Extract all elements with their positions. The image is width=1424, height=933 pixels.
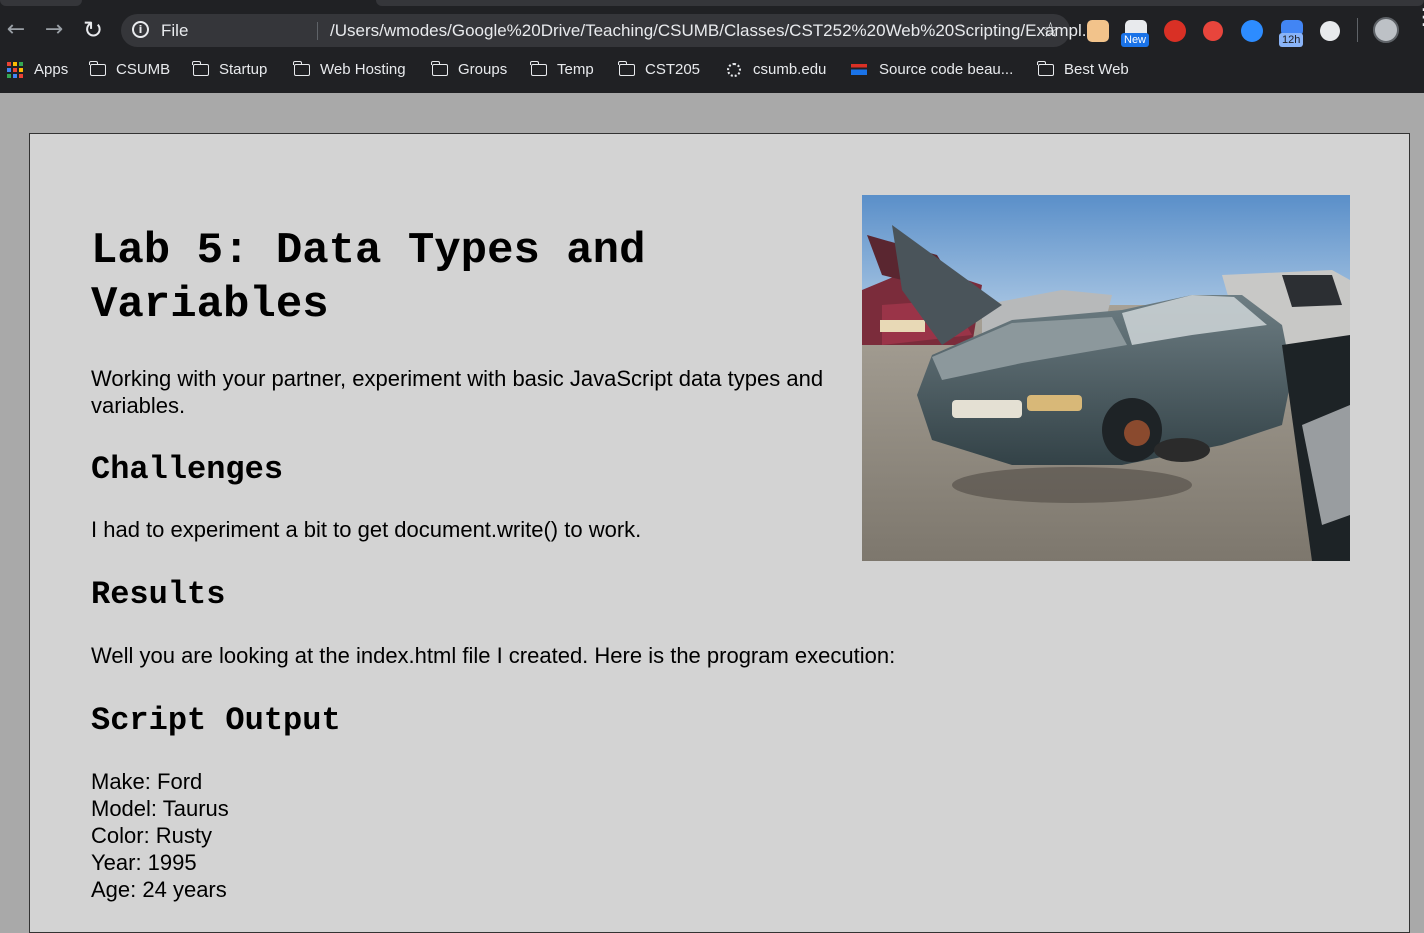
url-text[interactable]: /Users/wmodes/Google%20Drive/Teaching/CS… — [330, 21, 1096, 41]
challenges-paragraph: I had to experiment a bit to get documen… — [91, 516, 641, 543]
intro-paragraph: Working with your partner, experiment wi… — [91, 365, 831, 419]
bookmark-csumb-edu[interactable]: csumb.edu — [727, 61, 826, 78]
flag-stripes-icon — [851, 64, 867, 75]
info-icon[interactable]: i — [132, 21, 149, 38]
menu-icon[interactable]: ⋮ — [1413, 14, 1424, 22]
toolbar-divider — [1357, 18, 1358, 42]
csumb-logo-icon — [727, 63, 741, 77]
browser-toolbar: ← → ↻ i File /Users/wmodes/Google%20Driv… — [0, 0, 1424, 93]
folder-icon — [1038, 64, 1054, 76]
output-line: Make: Ford — [91, 768, 229, 795]
output-line: Age: 24 years — [91, 876, 229, 903]
page-content: Lab 5: Data Types and Variables Working … — [91, 224, 1091, 332]
challenges-heading: Challenges — [91, 451, 283, 489]
output-line: Year: 1995 — [91, 849, 229, 876]
bookmark-label: Groups — [458, 61, 507, 78]
results-paragraph: Well you are looking at the index.html f… — [91, 642, 895, 669]
calendar-badge: 12h — [1279, 33, 1303, 47]
profile-avatar[interactable] — [1373, 17, 1399, 43]
bookmark-label: Startup — [219, 61, 267, 78]
new-badge: New — [1121, 33, 1149, 47]
bookmark-groups[interactable]: Groups — [432, 61, 507, 78]
grey-circle-icon[interactable] — [1320, 21, 1340, 41]
bookmark-label: csumb.edu — [753, 61, 826, 78]
red-circle-icon[interactable] — [1203, 21, 1223, 41]
bookmark-source-code[interactable]: Source code beau... — [851, 61, 1013, 78]
bookmark-label: Temp — [557, 61, 594, 78]
bookmark-temp[interactable]: Temp — [531, 61, 594, 78]
forward-button[interactable]: → — [40, 16, 68, 44]
results-heading: Results — [91, 576, 225, 614]
tab-previous[interactable] — [0, 0, 82, 6]
script-output-heading: Script Output — [91, 702, 341, 740]
bookmark-label: CST205 — [645, 61, 700, 78]
folder-icon — [193, 64, 209, 76]
tab-next[interactable] — [376, 0, 1424, 6]
bookmark-apps[interactable]: Apps — [7, 61, 68, 78]
bookmarks-bar: Apps CSUMB Startup Web Hosting Groups Te… — [0, 52, 1424, 86]
output-line: Model: Taurus — [91, 795, 229, 822]
scheme-label: File — [161, 21, 188, 41]
script-output: Make: Ford Model: Taurus Color: Rusty Ye… — [91, 768, 229, 903]
hand-stop-icon[interactable] — [1164, 20, 1186, 42]
bookmark-label: Apps — [34, 61, 68, 78]
page-title: Lab 5: Data Types and Variables — [91, 224, 831, 332]
output-line: Color: Rusty — [91, 822, 229, 849]
address-bar[interactable]: i File /Users/wmodes/Google%20Drive/Teac… — [121, 14, 1070, 47]
folder-icon — [619, 64, 635, 76]
arrow-right-icon: → — [45, 17, 63, 42]
omnibox-divider — [317, 22, 318, 40]
arrow-left-icon: ← — [7, 17, 25, 42]
bookmark-star-icon[interactable]: ☆ — [1041, 18, 1060, 42]
bookmark-best-web[interactable]: Best Web — [1038, 61, 1129, 78]
zoom-camera-icon[interactable] — [1241, 20, 1263, 42]
bookmark-label: Source code beau... — [879, 61, 1013, 78]
tab-strip — [0, 0, 1424, 7]
bookmark-cst205[interactable]: CST205 — [619, 61, 700, 78]
page-container: Lab 5: Data Types and Variables Working … — [29, 133, 1410, 933]
bookmark-label: CSUMB — [116, 61, 170, 78]
folder-icon — [432, 64, 448, 76]
reload-icon: ↻ — [83, 16, 103, 44]
bookmark-csumb[interactable]: CSUMB — [90, 61, 170, 78]
bookmark-startup[interactable]: Startup — [193, 61, 267, 78]
bookmark-web-hosting[interactable]: Web Hosting — [294, 61, 406, 78]
folder-icon — [294, 64, 310, 76]
box-face-icon[interactable] — [1087, 20, 1109, 42]
reload-button[interactable]: ↻ — [79, 16, 107, 44]
folder-icon — [90, 64, 106, 76]
apps-grid-icon — [7, 62, 23, 78]
bookmark-label: Best Web — [1064, 61, 1129, 78]
bookmark-label: Web Hosting — [320, 61, 406, 78]
back-button[interactable]: ← — [2, 16, 30, 44]
folder-icon — [531, 64, 547, 76]
